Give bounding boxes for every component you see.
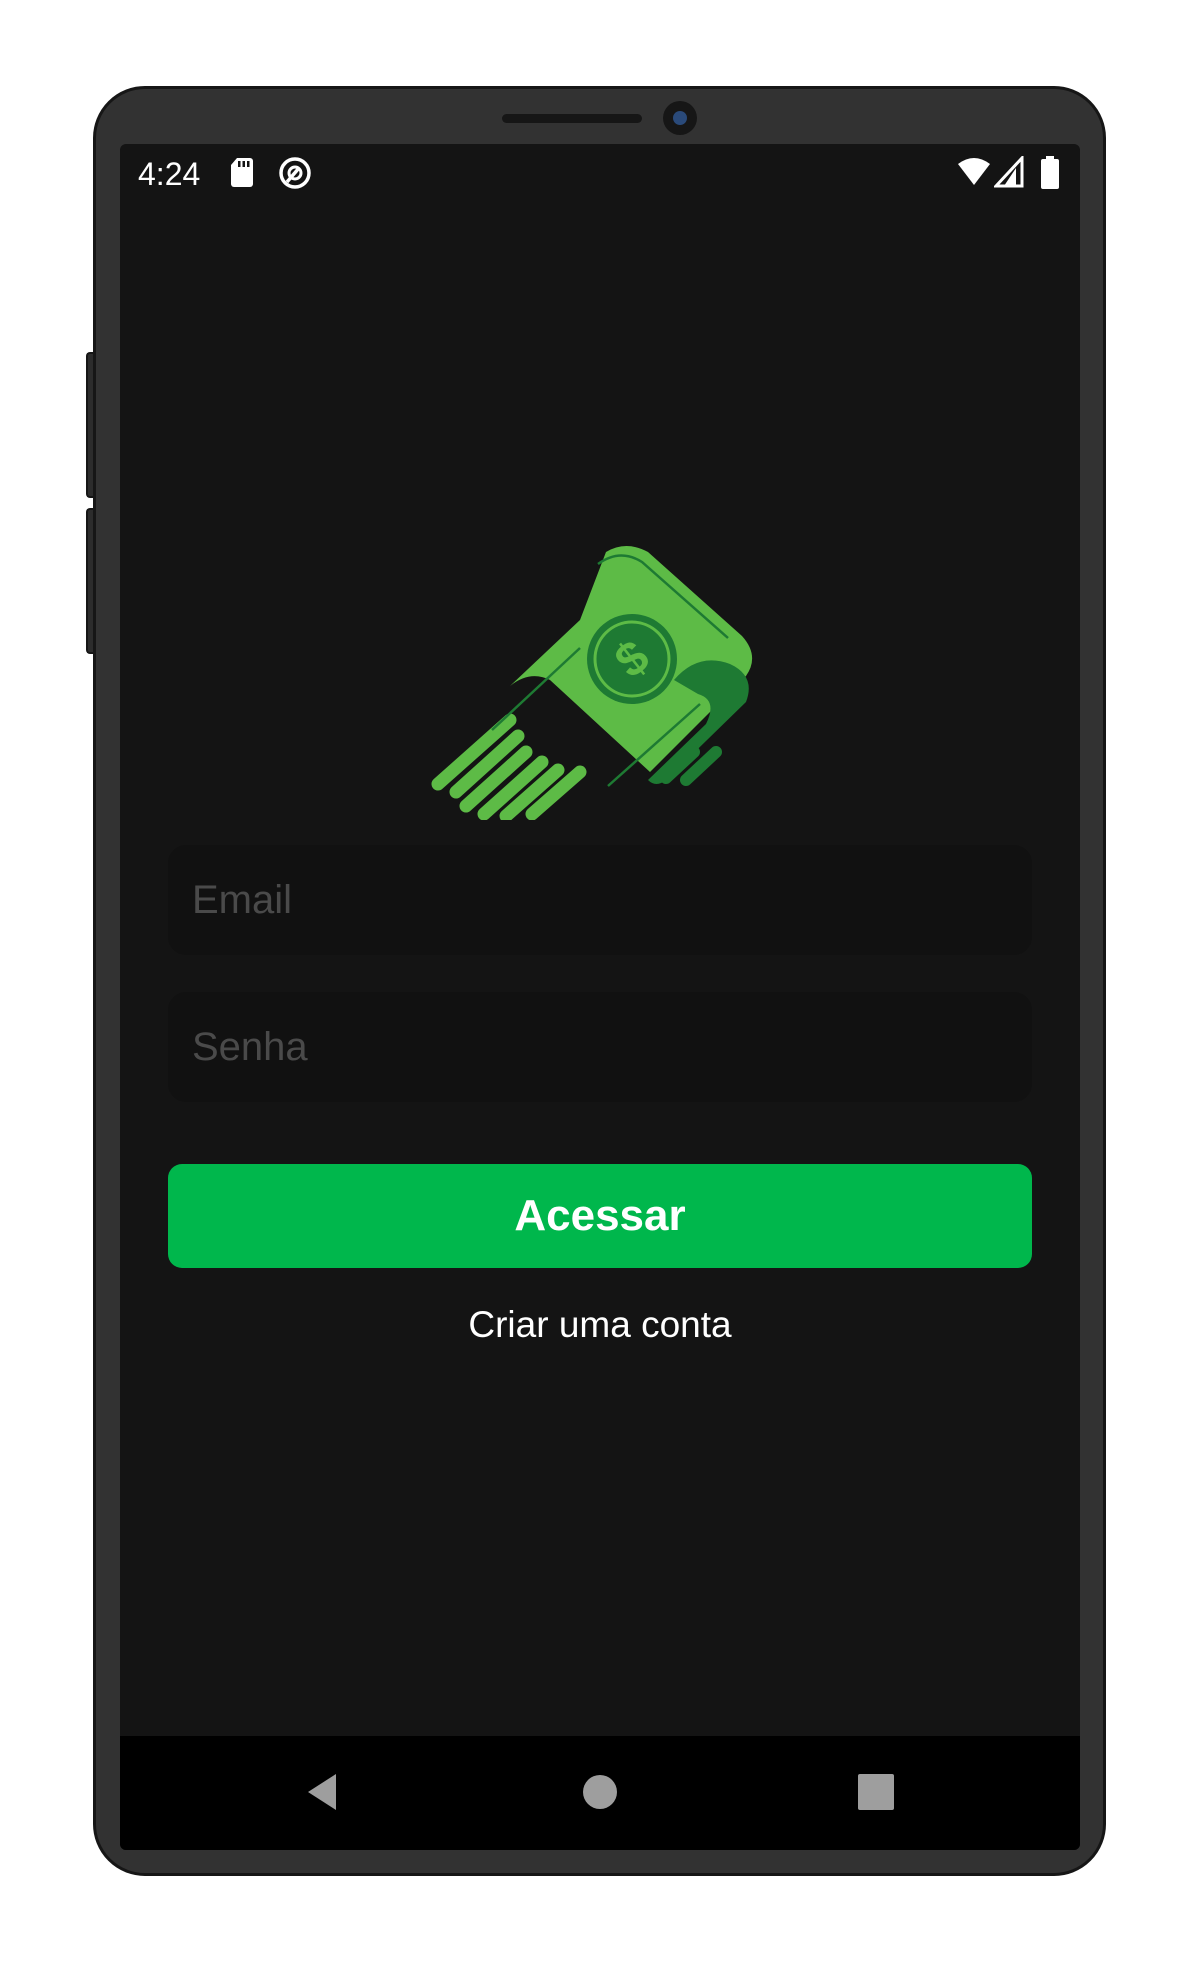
create-account-link[interactable]: Criar uma conta <box>120 1304 1080 1346</box>
battery-icon <box>1041 156 1059 189</box>
status-time: 4:24 <box>138 156 201 192</box>
flying-money-icon: $ <box>431 546 753 820</box>
home-button[interactable] <box>540 1736 660 1850</box>
cellular-signal-icon <box>994 156 1024 188</box>
password-input[interactable] <box>168 992 1032 1102</box>
back-button[interactable] <box>260 1736 380 1850</box>
app-screen: 4:24 $ Email Acessar Criar uma conta <box>120 144 1080 1850</box>
back-icon <box>308 1774 336 1810</box>
navigation-bar <box>120 1736 1080 1850</box>
login-button[interactable]: Acessar <box>168 1164 1032 1268</box>
home-icon <box>583 1775 617 1809</box>
sd-card-icon <box>231 158 253 187</box>
recents-icon <box>858 1774 894 1810</box>
app-notification-icon <box>279 157 311 189</box>
front-camera <box>663 101 697 135</box>
recents-button[interactable] <box>816 1736 936 1850</box>
earpiece-speaker <box>502 114 642 123</box>
email-input[interactable] <box>168 845 1032 955</box>
status-bar: 4:24 <box>120 144 1080 204</box>
wifi-icon <box>958 158 990 185</box>
